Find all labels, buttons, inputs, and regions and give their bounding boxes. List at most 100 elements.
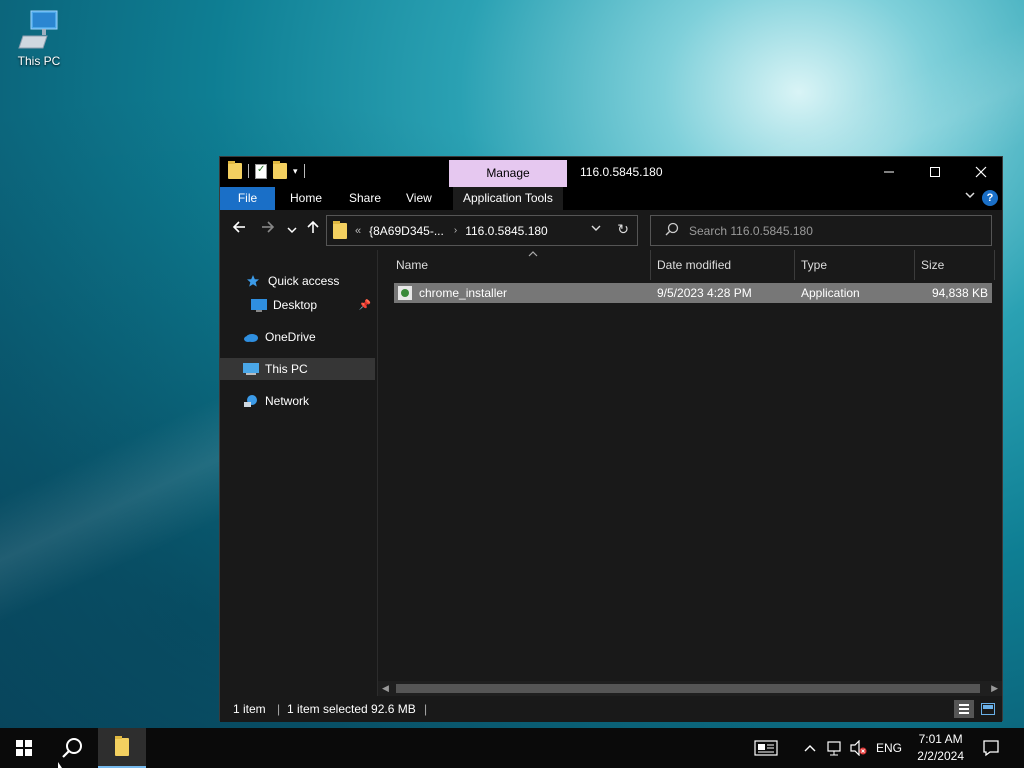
details-view-icon xyxy=(959,704,969,714)
file-type: Application xyxy=(801,286,860,300)
window-title: 116.0.5845.180 xyxy=(580,165,663,179)
scrollbar-thumb[interactable] xyxy=(396,684,980,693)
search-button[interactable] xyxy=(48,728,96,768)
address-dropdown-chevron-icon[interactable] xyxy=(591,223,601,236)
sidebar-item-network[interactable]: Network xyxy=(220,390,375,412)
clock[interactable]: 7:01 AM 2/2/2024 xyxy=(917,731,964,765)
scroll-left-icon[interactable]: ◀ xyxy=(382,681,389,696)
volume-button[interactable] xyxy=(850,728,868,768)
arrow-left-icon xyxy=(232,221,245,233)
customize-toolbar-chevron-icon[interactable]: ▾ xyxy=(293,166,298,177)
file-explorer-window: ▾ Manage 116.0.5845.180 File Home Share … xyxy=(219,156,1003,722)
cloud-icon xyxy=(243,330,259,344)
pin-icon[interactable]: 📌 xyxy=(359,300,371,311)
back-button[interactable] xyxy=(232,220,246,239)
divider xyxy=(248,164,249,178)
horizontal-scrollbar[interactable]: ◀ ▶ xyxy=(378,681,1002,696)
refresh-icon[interactable]: ↻ xyxy=(617,221,629,238)
file-list-view: Name Date modified Type Size chrome_inst… xyxy=(378,250,1002,696)
close-button[interactable] xyxy=(958,157,1004,187)
column-header-size[interactable]: Size xyxy=(915,250,995,280)
tab-home[interactable]: Home xyxy=(290,187,322,210)
table-row[interactable]: chrome_installer 9/5/2023 4:28 PM Applic… xyxy=(394,283,992,303)
column-header-type[interactable]: Type xyxy=(795,250,915,280)
forward-button[interactable] xyxy=(261,220,275,239)
status-divider: | xyxy=(424,702,428,716)
status-item-count: 1 item xyxy=(233,702,266,716)
title-bar[interactable]: ▾ Manage 116.0.5845.180 xyxy=(220,157,1002,187)
desktop-icon-label: This PC xyxy=(17,54,61,68)
maximize-button[interactable] xyxy=(912,157,958,187)
star-icon xyxy=(246,274,262,288)
tab-manage[interactable]: Manage xyxy=(449,160,567,187)
tab-share[interactable]: Share xyxy=(349,187,381,210)
properties-icon[interactable] xyxy=(255,163,267,179)
sidebar-item-onedrive[interactable]: OneDrive xyxy=(220,326,375,348)
arrow-right-icon xyxy=(262,221,275,233)
tab-file[interactable]: File xyxy=(220,187,275,210)
desktop-icon xyxy=(251,298,267,312)
tab-view[interactable]: View xyxy=(406,187,432,210)
details-view-button[interactable] xyxy=(954,700,974,718)
network-status-button[interactable] xyxy=(826,728,844,768)
folder-icon xyxy=(115,736,129,756)
status-selection: 1 item selected 92.6 MB xyxy=(287,702,416,716)
up-button[interactable] xyxy=(306,220,320,239)
news-widget-button[interactable] xyxy=(754,728,778,768)
folder-icon xyxy=(333,220,347,239)
minimize-button[interactable] xyxy=(866,157,912,187)
breadcrumb-current[interactable]: 116.0.5845.180 xyxy=(465,224,548,238)
clock-time: 7:01 AM xyxy=(918,732,963,746)
new-folder-icon[interactable] xyxy=(273,161,287,179)
breadcrumb-separator-icon[interactable]: › xyxy=(454,225,457,236)
network-icon xyxy=(243,394,259,408)
large-icons-view-icon xyxy=(981,703,995,715)
taskbar-file-explorer[interactable] xyxy=(98,728,146,768)
maximize-icon xyxy=(930,167,940,177)
ribbon-tabs: File Home Share View Application Tools ? xyxy=(220,187,1002,210)
sidebar-item-quick-access[interactable]: Quick access xyxy=(220,270,375,292)
navigation-bar: « {8A69D345-... › 116.0.5845.180 ↻ Searc… xyxy=(220,210,1002,250)
breadcrumb-overflow[interactable]: « xyxy=(355,225,361,237)
speaker-muted-icon xyxy=(850,740,867,756)
application-icon xyxy=(397,285,413,301)
folder-icon xyxy=(228,161,242,179)
breadcrumb-parent[interactable]: {8A69D345-... xyxy=(369,224,444,238)
recent-locations-button[interactable] xyxy=(287,222,297,240)
sidebar-item-this-pc[interactable]: This PC xyxy=(220,358,375,380)
input-language-button[interactable]: ENG xyxy=(876,728,902,768)
column-header-date-modified[interactable]: Date modified xyxy=(651,250,795,280)
file-date-modified: 9/5/2023 4:28 PM xyxy=(657,286,752,300)
sidebar-item-label: OneDrive xyxy=(265,330,316,344)
action-center-button[interactable] xyxy=(982,728,1000,768)
divider xyxy=(303,164,305,178)
search-icon xyxy=(665,222,679,239)
computer-icon xyxy=(243,362,259,376)
network-icon xyxy=(827,741,841,756)
sort-ascending-icon xyxy=(528,240,538,270)
expand-ribbon-chevron-icon[interactable] xyxy=(964,189,976,204)
sidebar-item-desktop[interactable]: Desktop 📌 xyxy=(220,294,375,316)
show-hidden-icons-button[interactable] xyxy=(804,728,816,768)
tab-application-tools[interactable]: Application Tools xyxy=(453,187,563,210)
start-button[interactable] xyxy=(0,728,48,768)
help-button[interactable]: ? xyxy=(982,190,998,206)
mouse-pointer-icon xyxy=(58,762,62,768)
sidebar-item-label: Desktop xyxy=(273,298,318,312)
address-bar[interactable]: « {8A69D345-... › 116.0.5845.180 ↻ xyxy=(326,215,638,246)
minimize-icon xyxy=(884,171,894,173)
scroll-right-icon[interactable]: ▶ xyxy=(991,681,998,696)
column-header-name[interactable]: Name xyxy=(390,250,651,280)
desktop-icon-this-pc[interactable]: This PC xyxy=(12,8,66,68)
close-icon xyxy=(975,166,987,178)
clock-date: 2/2/2024 xyxy=(917,749,964,763)
file-name: chrome_installer xyxy=(419,286,508,300)
search-box[interactable]: Search 116.0.5845.180 xyxy=(650,215,992,246)
large-icons-view-button[interactable] xyxy=(978,700,998,718)
sidebar-item-label: Quick access xyxy=(268,274,340,288)
news-icon xyxy=(754,740,778,756)
quick-access-toolbar: ▾ xyxy=(228,161,305,179)
computer-icon xyxy=(17,8,61,52)
notification-icon xyxy=(983,740,999,757)
chevron-up-icon xyxy=(804,745,816,752)
